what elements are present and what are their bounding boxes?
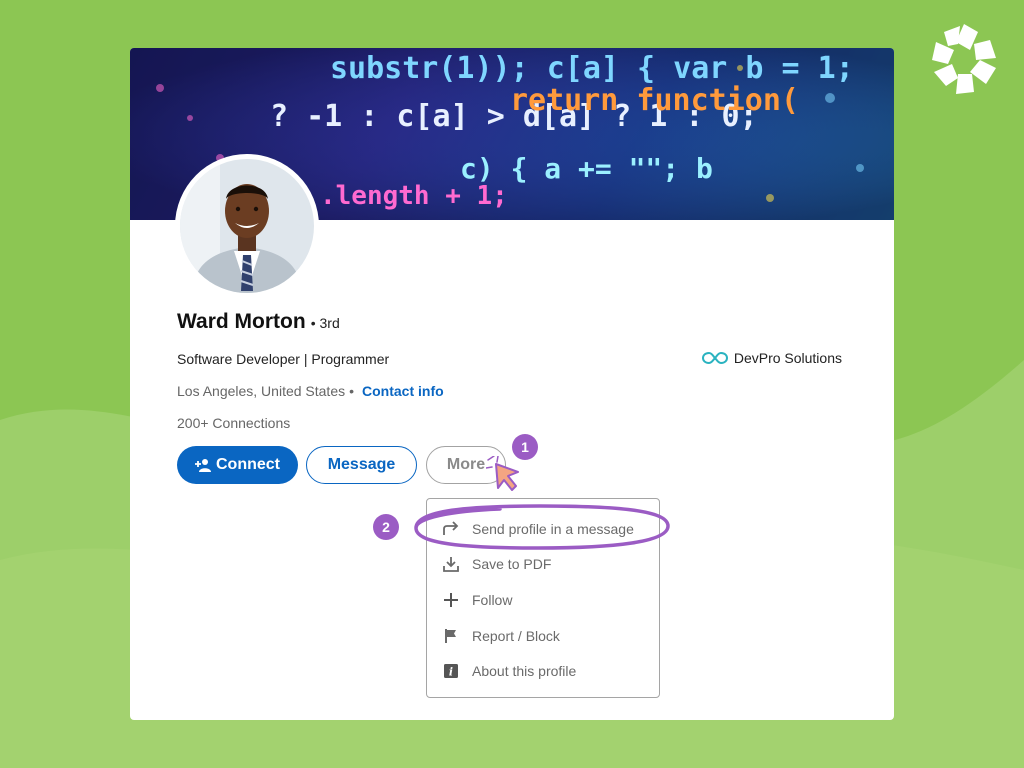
company-link[interactable]: DevPro Solutions <box>701 350 842 366</box>
svg-text:i: i <box>449 666 453 679</box>
more-dropdown-menu: Send profile in a message Save to PDF Fo… <box>426 498 660 698</box>
menu-item-label: Follow <box>472 592 513 608</box>
pointer-cursor-icon <box>486 456 519 491</box>
connect-button[interactable]: Connect <box>177 446 298 484</box>
cover-code-line-1: substr(1)); c[a] { var b = 1; <box>330 51 854 86</box>
menu-item-label: About this profile <box>472 663 577 679</box>
info-icon: i <box>441 661 461 681</box>
profile-headline: Software Developer | Programmer <box>177 351 390 367</box>
add-person-icon <box>195 459 211 472</box>
menu-item-about-profile[interactable]: i About this profile <box>427 656 659 686</box>
connections-count: 200+ Connections <box>177 415 291 431</box>
profile-name: Ward Morton <box>177 310 306 333</box>
company-logo-icon <box>701 351 728 365</box>
cover-code-line-3: return function( <box>510 83 799 118</box>
download-icon <box>441 554 461 574</box>
menu-item-send-profile[interactable]: Send profile in a message <box>427 514 659 544</box>
contact-info-link[interactable]: Contact info <box>362 383 444 399</box>
location-separator: • <box>349 383 355 399</box>
menu-item-save-pdf[interactable]: Save to PDF <box>427 549 659 579</box>
plus-icon <box>441 590 461 610</box>
cover-code-line-5: .length + 1; <box>320 181 508 211</box>
connect-label: Connect <box>216 456 280 473</box>
connection-degree: • 3rd <box>310 315 340 331</box>
menu-item-report-block[interactable]: Report / Block <box>427 621 659 651</box>
flag-icon <box>441 626 461 646</box>
menu-item-label: Report / Block <box>472 628 560 644</box>
profile-avatar[interactable] <box>175 154 319 298</box>
menu-item-label: Save to PDF <box>472 556 552 572</box>
profile-location: Los Angeles, United States <box>177 383 346 399</box>
brand-logo-icon <box>932 24 996 94</box>
message-button[interactable]: Message <box>306 446 417 484</box>
share-arrow-icon <box>441 519 461 539</box>
menu-item-label: Send profile in a message <box>472 521 634 537</box>
menu-item-follow[interactable]: Follow <box>427 585 659 615</box>
step-badge-2: 2 <box>373 514 399 540</box>
company-name: DevPro Solutions <box>733 350 842 366</box>
